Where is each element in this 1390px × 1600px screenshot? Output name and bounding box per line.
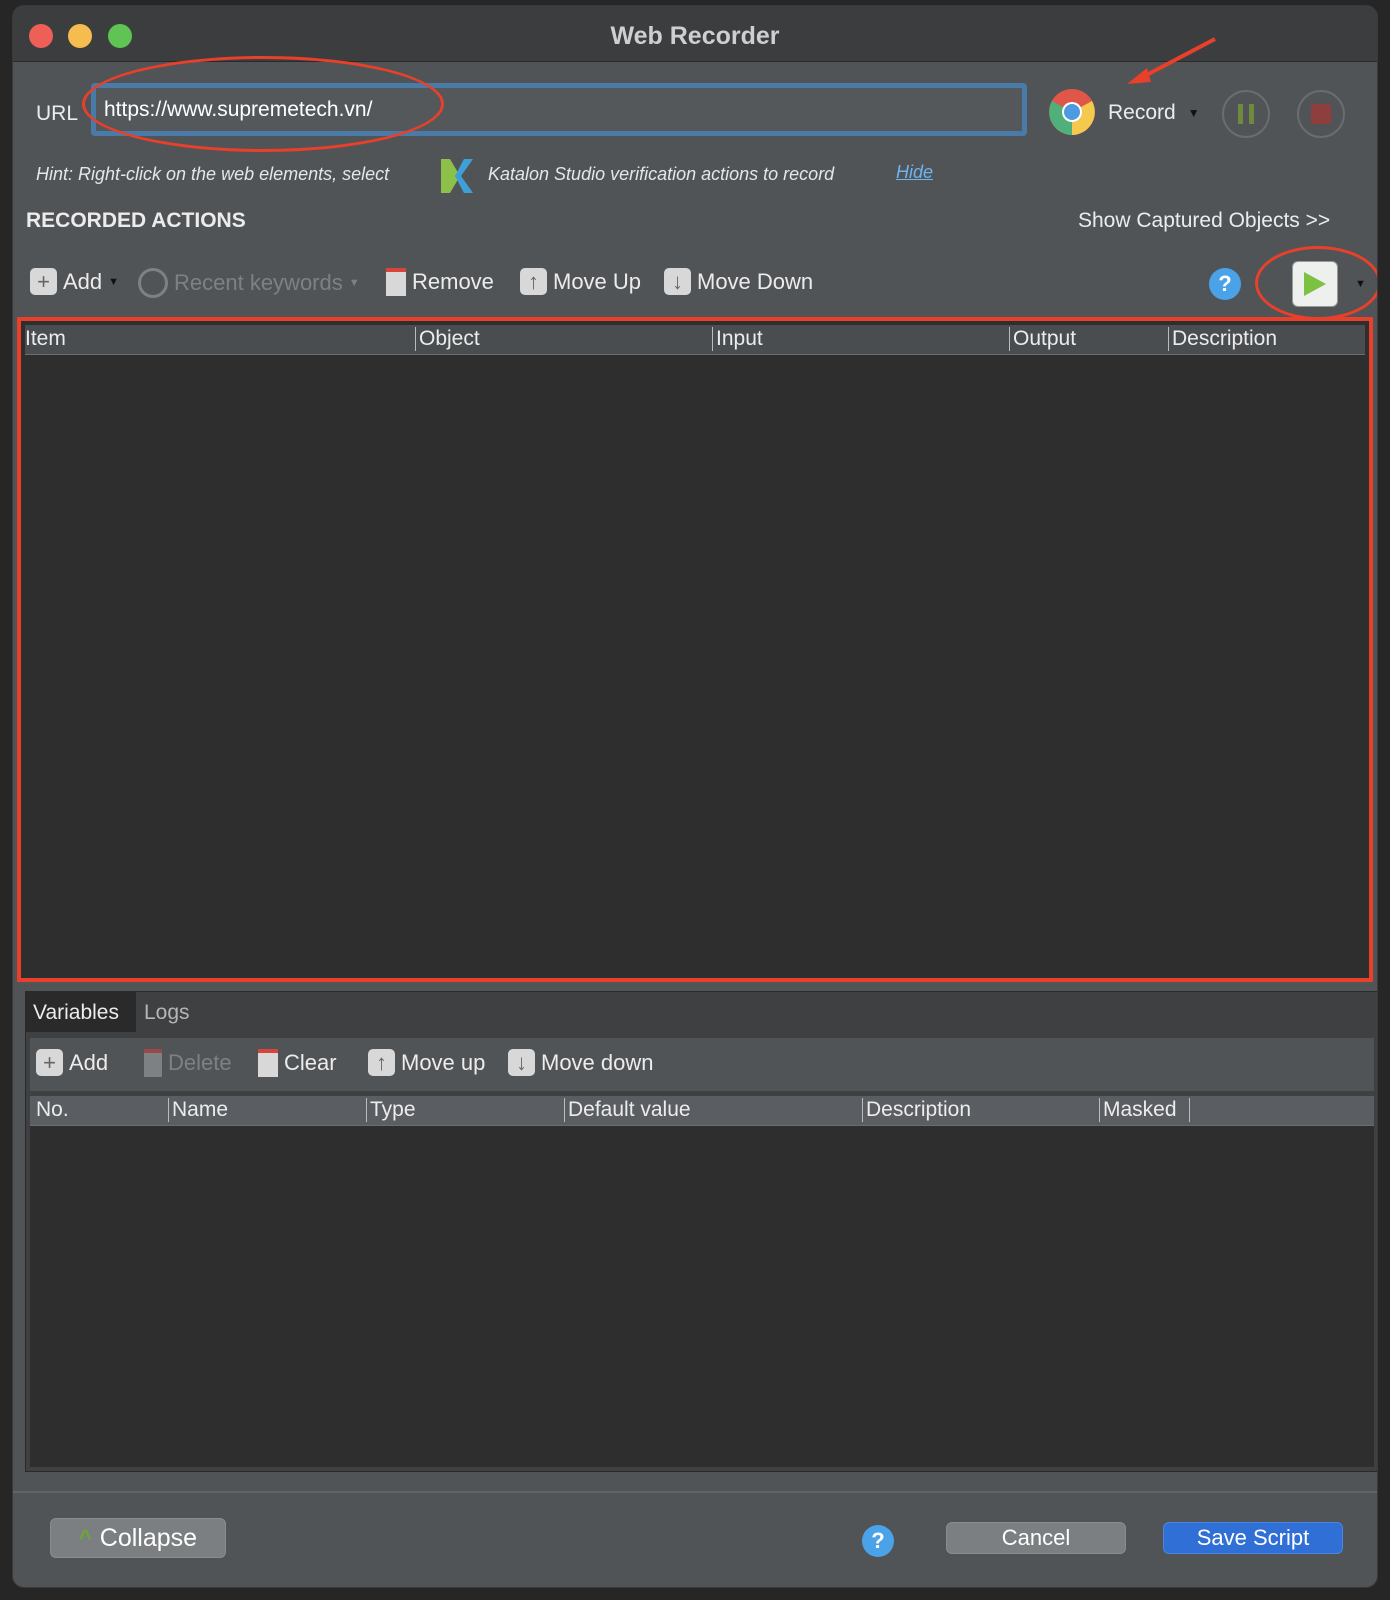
clear-trash-icon bbox=[258, 1049, 278, 1077]
recorded-actions-title: RECORDED ACTIONS bbox=[26, 209, 246, 232]
col-type[interactable]: Type bbox=[366, 1098, 416, 1122]
chevron-down-icon: ▼ bbox=[348, 277, 360, 289]
move-up-button[interactable]: ↑ Move Up bbox=[520, 268, 641, 295]
col-masked[interactable]: Masked bbox=[1099, 1098, 1190, 1122]
katalon-icon bbox=[441, 159, 473, 193]
col-description[interactable]: Description bbox=[862, 1098, 971, 1122]
bottom-panel: Variables Logs + Add Delete Clear ↑ Move u… bbox=[25, 991, 1377, 1472]
tab-logs[interactable]: Logs bbox=[144, 1001, 190, 1025]
remove-label: Remove bbox=[412, 269, 494, 294]
variables-table: No. Name Type Default value Description … bbox=[30, 1096, 1374, 1467]
add-label: Add bbox=[69, 1049, 109, 1075]
chrome-icon[interactable] bbox=[1048, 88, 1096, 136]
collapse-label: Collapse bbox=[99, 1523, 198, 1552]
collapse-button[interactable]: ^ Collapse bbox=[50, 1518, 226, 1558]
move-up-label: Move Up bbox=[553, 268, 642, 294]
move-down-button[interactable]: ↓ Move Down bbox=[664, 268, 813, 295]
footer-divider bbox=[13, 1491, 1377, 1493]
col-item[interactable]: Item bbox=[25, 327, 66, 351]
col-name[interactable]: Name bbox=[168, 1098, 228, 1122]
annotation-arrow bbox=[1127, 37, 1216, 84]
delete-label: Delete bbox=[168, 1050, 232, 1075]
stop-button[interactable] bbox=[1297, 90, 1345, 138]
move-up-variable-button[interactable]: ↑ Move up bbox=[368, 1049, 485, 1076]
add-label: Add bbox=[63, 268, 103, 294]
trash-icon bbox=[386, 268, 406, 296]
pause-button[interactable] bbox=[1222, 90, 1270, 138]
clear-label: Clear bbox=[284, 1050, 337, 1075]
url-label: URL bbox=[36, 102, 79, 125]
clear-variables-button[interactable]: Clear bbox=[258, 1049, 337, 1077]
help-icon[interactable]: ? bbox=[1209, 268, 1241, 300]
col-output[interactable]: Output bbox=[1009, 327, 1076, 351]
clock-icon bbox=[138, 268, 168, 298]
web-recorder-window: Web Recorder URL Record ▼ Hint: Right-cl… bbox=[12, 5, 1378, 1588]
arrow-down-icon: ↓ bbox=[664, 268, 691, 295]
variables-table-header: No. Name Type Default value Description … bbox=[30, 1096, 1374, 1126]
move-up-label: Move up bbox=[401, 1049, 486, 1075]
save-script-button[interactable]: Save Script bbox=[1163, 1522, 1343, 1554]
add-variable-button[interactable]: + Add bbox=[36, 1049, 108, 1076]
hint-suffix: Katalon Studio verification actions to r… bbox=[488, 164, 835, 184]
recent-keywords-label: Recent keywords bbox=[174, 270, 343, 295]
hint-prefix: Hint: Right-click on the web elements, s… bbox=[36, 164, 390, 184]
annotation-circle-url bbox=[82, 56, 444, 152]
recent-keywords-button[interactable]: Recent keywords ▼ bbox=[138, 268, 360, 298]
hide-hint-link[interactable]: Hide bbox=[896, 162, 933, 183]
tab-variables[interactable]: Variables bbox=[26, 992, 136, 1032]
recorded-actions-table: Item Object Input Output Description bbox=[17, 317, 1373, 982]
trash-icon bbox=[144, 1049, 162, 1077]
show-captured-objects-link[interactable]: Show Captured Objects >> bbox=[1078, 209, 1330, 233]
move-down-label: Move down bbox=[541, 1049, 654, 1075]
pause-icon bbox=[1238, 104, 1243, 124]
chevron-down-icon: ▼ bbox=[108, 275, 120, 288]
table-header: Item Object Input Output Description bbox=[25, 325, 1365, 355]
stop-icon bbox=[1311, 104, 1331, 124]
record-label: Record bbox=[1108, 101, 1176, 124]
move-down-variable-button[interactable]: ↓ Move down bbox=[508, 1049, 654, 1076]
record-dropdown[interactable]: Record ▼ bbox=[1108, 101, 1200, 125]
remove-button[interactable]: Remove bbox=[386, 268, 494, 296]
plus-icon: + bbox=[36, 1049, 63, 1076]
add-action-button[interactable]: + Add ▼ bbox=[30, 268, 119, 295]
arrow-up-icon: ↑ bbox=[520, 268, 547, 295]
col-object[interactable]: Object bbox=[415, 327, 480, 351]
arrow-down-icon: ↓ bbox=[508, 1049, 535, 1076]
delete-variable-button[interactable]: Delete bbox=[144, 1049, 232, 1077]
col-description[interactable]: Description bbox=[1168, 327, 1277, 351]
col-no[interactable]: No. bbox=[36, 1098, 69, 1122]
plus-icon: + bbox=[30, 268, 57, 295]
move-down-label: Move Down bbox=[697, 268, 814, 294]
col-input[interactable]: Input bbox=[712, 327, 763, 351]
cancel-button[interactable]: Cancel bbox=[946, 1522, 1126, 1554]
chevron-down-icon: ▼ bbox=[1187, 106, 1200, 120]
variables-toolbar bbox=[30, 1038, 1374, 1091]
arrow-up-icon: ↑ bbox=[368, 1049, 395, 1076]
col-default-value[interactable]: Default value bbox=[564, 1098, 691, 1122]
annotation-circle-play bbox=[1255, 246, 1377, 320]
footer-help-icon[interactable]: ? bbox=[862, 1525, 894, 1557]
chevron-up-icon: ^ bbox=[78, 1525, 92, 1550]
